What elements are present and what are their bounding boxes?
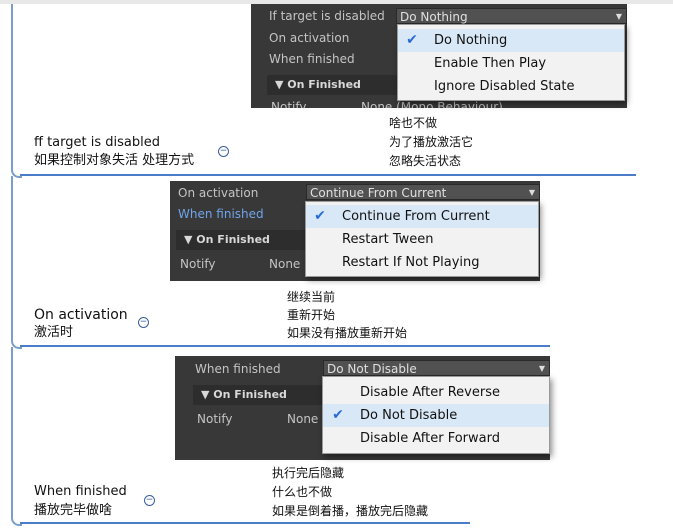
row-label: When finished <box>178 207 264 221</box>
menu-item-continue-from-current[interactable]: ✔ Continue From Current <box>306 205 538 228</box>
dropdown-value: Continue From Current <box>310 186 447 200</box>
notify-label: Notify <box>180 257 216 271</box>
menu-item-ignore-disabled-state[interactable]: Ignore Disabled State <box>398 75 624 98</box>
branch-curve-3 <box>11 480 22 526</box>
note-line: 忽略失活状态 <box>389 154 462 168</box>
note-line: 如果没有播放重新开始 <box>287 326 408 340</box>
branch-line-1 <box>11 4 13 128</box>
chevron-down-icon: ▼ <box>615 12 622 21</box>
note-line: 为了播放激活它 <box>389 135 474 149</box>
row-label: When finished <box>269 52 355 66</box>
notify-label: Notify <box>197 412 233 426</box>
node-underline-1 <box>20 174 636 176</box>
dropdown-menu: Disable After Reverse ✔ Do Not Disable D… <box>322 376 550 454</box>
menu-item-disable-after-forward[interactable]: Disable After Forward <box>323 427 549 450</box>
row-label: If target is disabled <box>269 9 385 23</box>
dropdown-field[interactable]: Continue From Current ▼ <box>306 184 540 200</box>
note-line: 继续当前 <box>287 290 336 304</box>
check-icon: ✔ <box>406 32 418 48</box>
chevron-down-icon: ▼ <box>528 188 535 197</box>
menu-item-restart-if-not-playing[interactable]: Restart If Not Playing <box>306 251 538 274</box>
menu-item-do-not-disable[interactable]: ✔ Do Not Disable <box>323 404 549 427</box>
branch-line-3 <box>11 347 13 497</box>
menu-item-restart-tween[interactable]: Restart Tween <box>306 228 538 251</box>
row-label: On activation <box>269 31 350 45</box>
collapse-toggle-icon[interactable]: − <box>218 146 229 157</box>
node-label-en: On activation <box>34 307 128 323</box>
menu-item-enable-then-play[interactable]: Enable Then Play <box>398 52 624 75</box>
chevron-down-icon: ▼ <box>538 364 545 373</box>
dropdown-menu: ✔ Continue From Current Restart Tween Re… <box>305 201 539 277</box>
node-label-zh: 激活时 <box>34 325 74 340</box>
dropdown-value: Do Nothing <box>400 10 468 24</box>
row-label: On activation <box>178 186 259 200</box>
menu-item-do-nothing[interactable]: ✔ Do Nothing <box>398 29 624 52</box>
note-line: 什么也不做 <box>272 485 333 499</box>
notify-value: None <box>269 257 301 271</box>
collapse-toggle-icon[interactable]: − <box>138 317 149 328</box>
notify-value: None (Mono Behaviour) <box>361 100 503 108</box>
node-label-en: ff target is disabled <box>34 135 160 150</box>
branch-curve-2 <box>11 300 22 349</box>
dropdown-value: Do Not Disable <box>327 362 417 376</box>
menu-item-disable-after-reverse[interactable]: Disable After Reverse <box>323 381 549 404</box>
foldout-header[interactable]: ▼ On Finished <box>193 385 327 405</box>
node-underline-3 <box>20 522 470 524</box>
dropdown-menu: ✔ Do Nothing Enable Then Play Ignore Dis… <box>397 24 625 101</box>
branch-curve-1 <box>11 126 22 178</box>
check-icon: ✔ <box>332 407 344 423</box>
node-label-zh: 如果控制对象失活 处理方式 <box>34 153 195 168</box>
node-underline-2 <box>20 345 550 347</box>
note-line: 如果是倒着播，播放完后隐藏 <box>272 504 429 518</box>
row-label: When finished <box>195 362 281 376</box>
note-line: 重新开始 <box>287 308 336 322</box>
check-icon: ✔ <box>314 208 326 224</box>
node-label-en: When finished <box>34 484 127 499</box>
dropdown-field[interactable]: Do Nothing ▼ <box>396 8 627 24</box>
note-line: 执行完后隐藏 <box>272 466 345 480</box>
collapse-toggle-icon[interactable]: − <box>144 495 155 506</box>
note-line: 啥也不做 <box>389 116 438 130</box>
foldout-header[interactable]: ▼ On Finished <box>267 75 405 95</box>
notify-value: None <box>287 412 319 426</box>
dropdown-field[interactable]: Do Not Disable ▼ <box>323 360 550 376</box>
foldout-header[interactable]: ▼ On Finished <box>176 230 308 250</box>
notify-label: Notify <box>271 100 307 108</box>
node-label-zh: 播放完毕做啥 <box>34 503 113 518</box>
